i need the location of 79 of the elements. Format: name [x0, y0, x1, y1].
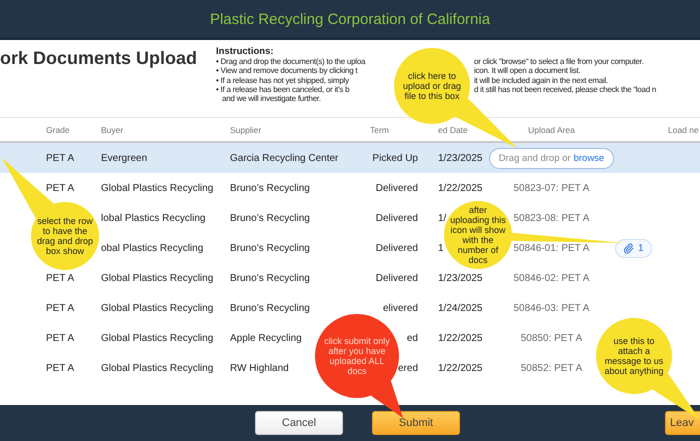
table-cell: 1/23/2025: [438, 152, 482, 164]
table-cell: Global Plastics Recycling: [101, 302, 214, 314]
table-cell: Apple Recycling: [230, 332, 302, 344]
app-title: Plastic Recycling Corporation of California: [210, 10, 490, 28]
table-cell: Global Plastics Recycling: [101, 272, 214, 284]
callout-text: click here to upload or drag file to this box: [402, 70, 462, 101]
table-cell: 50846-01: PET A: [514, 242, 590, 254]
table-cell: PET A: [46, 302, 74, 314]
instructions-heading: Instructions:: [216, 46, 275, 57]
instruction-text: • If a release has not yet shipped, simply: [216, 76, 350, 85]
table-cell: Global Plastics Recycling: [101, 332, 214, 344]
table-cell: 50852: PET A: [520, 362, 582, 374]
table-cell: obal Plastics Recycling: [101, 242, 204, 254]
instruction-text: • If a release has been canceled, or it’s b: [216, 84, 350, 94]
column-header: Buyer: [101, 124, 124, 134]
callout-text: after uploading this icon will show with the number of docs: [449, 205, 507, 265]
table-cell: PET A: [46, 152, 74, 164]
callout-text: click submit only after you have uploaded ALL docs: [323, 336, 391, 376]
table-cell: 1/22/2025: [438, 182, 482, 194]
table-cell: Bruno’s Recycling: [230, 242, 310, 254]
instruction-text: icon. It will open a document list.: [474, 66, 582, 76]
drop-zone[interactable]: Drag and drop or browse: [488, 148, 614, 168]
table-cell: Picked Up: [372, 152, 418, 164]
table-cell: Global Plastics Recycling: [101, 182, 214, 194]
selected-row[interactable]: PET A Evergreen Garcia Recycling Center Picked Up 1/23/2025 Drag and drop or browse: [0, 143, 700, 173]
table-cell: PET A: [46, 332, 74, 344]
table-cell: 50850: PET A: [520, 332, 582, 344]
table-cell: 50846-03: PET A: [514, 302, 590, 314]
table-cell: 50846-02: PET A: [514, 272, 590, 284]
table-cell: Global Plastics Recycling: [101, 362, 214, 374]
table-cell: Bruno’s Recycling: [230, 302, 310, 314]
table-cell: Evergreen: [101, 152, 148, 164]
instruction-text: it will be included again in the next email.: [474, 76, 609, 85]
instruction-text: or click "browse" to select a file from your computer.: [474, 57, 645, 66]
browse-link[interactable]: browse: [574, 152, 604, 164]
callout-text: select the row to have the drag and drop box show: [36, 216, 94, 256]
table-cell: 1: [438, 242, 444, 254]
column-header: ed Date: [438, 124, 468, 134]
table-cell: Bruno’s Recycling: [230, 182, 310, 194]
table-cell: 1/23/2025: [438, 272, 482, 284]
callout-text: use this to attach a message to us about anything: [603, 336, 665, 376]
column-header: Supplier: [230, 124, 262, 134]
table-cell: Delivered: [376, 242, 418, 254]
table-cell: 1/24/2025: [438, 302, 482, 314]
attachment-badge[interactable]: 1: [615, 238, 652, 258]
table-cell: RW Highland: [230, 362, 289, 374]
table-cell: ered: [398, 362, 418, 374]
table-cell: PET A: [46, 272, 74, 284]
table-cell: Delivered: [376, 212, 418, 224]
primary-button[interactable]: Leav: [665, 411, 700, 435]
instruction-text: • Drag and drop the document(s) to the uploa: [216, 57, 366, 66]
table-cell: PET A: [46, 182, 74, 194]
column-header: Load ne: [668, 124, 699, 134]
table-cell: Bruno’s Recycling: [230, 272, 310, 284]
table-cell: ed: [406, 332, 418, 344]
column-header: Term: [370, 124, 389, 134]
table-cell: Garcia Recycling Center: [230, 152, 338, 164]
table-cell: 50823-08: PET A: [514, 212, 590, 224]
primary-button[interactable]: Submit: [372, 411, 460, 435]
cancel-button[interactable]: Cancel: [255, 411, 343, 435]
instruction-text: and we will investigate further.: [221, 94, 322, 104]
table-cell: 1/: [438, 212, 446, 224]
table-cell: 1/22/2025: [438, 362, 482, 374]
table-cell: elivered: [382, 302, 418, 314]
table-cell: 50823-07: PET A: [514, 182, 590, 194]
table-cell: 1/22/2025: [438, 332, 482, 344]
table-cell: Delivered: [376, 182, 418, 194]
attachment-count: 1: [638, 242, 644, 254]
instruction-text: • View and remove documents by clicking t: [216, 66, 358, 76]
instruction-text: d it still has not been received, please check the “load n: [474, 84, 656, 94]
table-cell: Delivered: [376, 272, 418, 284]
table-cell: PET A: [46, 362, 74, 374]
paperclip-icon: [623, 242, 634, 254]
column-header: Grade: [46, 124, 70, 134]
drop-zone-text: Drag and drop or: [498, 152, 571, 164]
page-title: ork Documents Upload: [0, 47, 198, 69]
column-header: Upload Area: [528, 124, 575, 134]
table-cell: Bruno’s Recycling: [230, 212, 310, 224]
table-cell: lobal Plastics Recycling: [101, 212, 206, 224]
